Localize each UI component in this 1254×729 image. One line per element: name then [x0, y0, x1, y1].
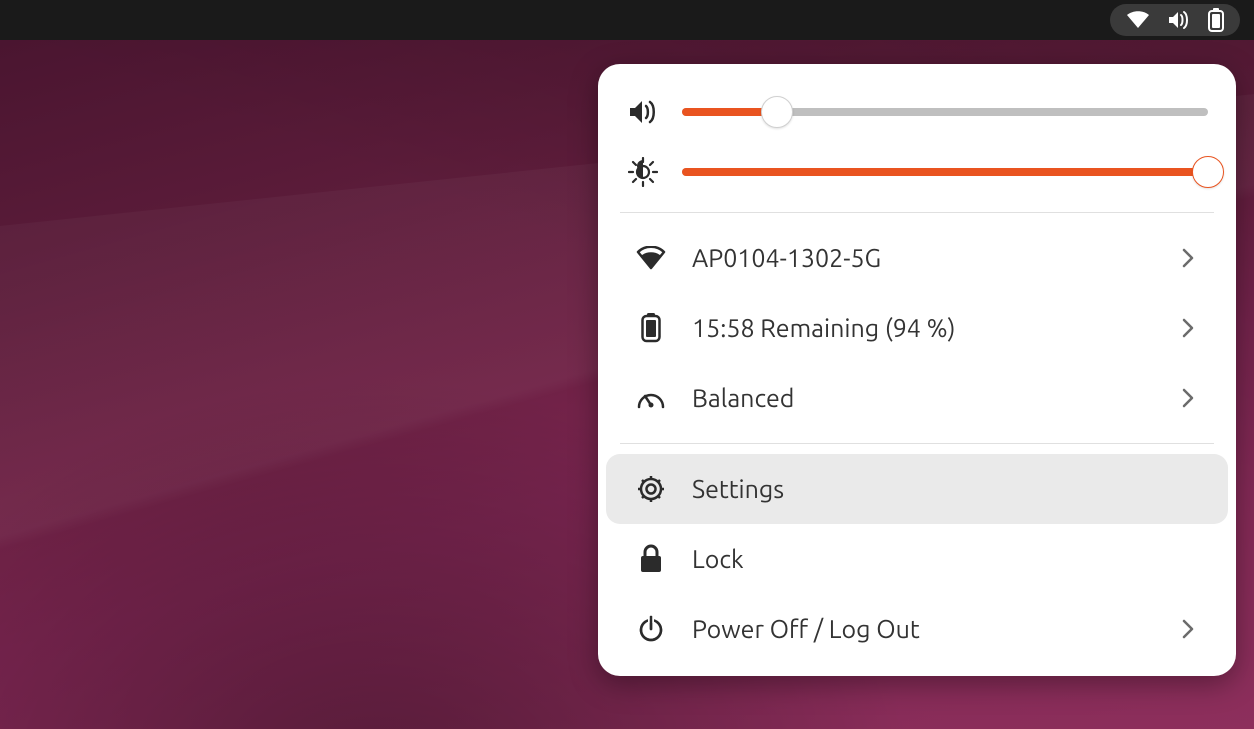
chevron-right-icon	[1176, 248, 1200, 268]
power-mode-label: Balanced	[692, 384, 1152, 412]
volume-icon	[1168, 10, 1190, 30]
divider	[620, 212, 1214, 213]
volume-icon	[626, 99, 660, 125]
chevron-right-icon	[1176, 318, 1200, 338]
system-menu-panel: AP0104-1302-5G 15:58 Remaining (94 %) Ba…	[598, 64, 1236, 676]
battery-label: 15:58 Remaining (94 %)	[692, 314, 1152, 342]
settings-label: Settings	[692, 475, 1200, 503]
wifi-menu-item[interactable]: AP0104-1302-5G	[606, 223, 1228, 293]
wifi-label: AP0104-1302-5G	[692, 244, 1152, 272]
battery-icon	[1208, 8, 1224, 32]
divider	[620, 443, 1214, 444]
power-off-menu-item[interactable]: Power Off / Log Out	[606, 594, 1228, 664]
brightness-slider[interactable]	[682, 156, 1208, 188]
power-icon	[634, 615, 668, 643]
chevron-right-icon	[1176, 619, 1200, 639]
wifi-icon	[634, 246, 668, 270]
volume-slider[interactable]	[682, 96, 1208, 128]
gear-icon	[634, 474, 668, 504]
brightness-slider-row	[598, 142, 1236, 202]
chevron-right-icon	[1176, 388, 1200, 408]
lock-menu-item[interactable]: Lock	[606, 524, 1228, 594]
lock-icon	[634, 544, 668, 574]
battery-menu-item[interactable]: 15:58 Remaining (94 %)	[606, 293, 1228, 363]
volume-slider-row	[598, 82, 1236, 142]
power-mode-menu-item[interactable]: Balanced	[606, 363, 1228, 433]
top-bar	[0, 0, 1254, 40]
wifi-icon	[1126, 11, 1150, 29]
power-off-label: Power Off / Log Out	[692, 615, 1152, 643]
lock-label: Lock	[692, 545, 1200, 573]
system-tray[interactable]	[1110, 4, 1240, 36]
battery-icon	[634, 313, 668, 343]
brightness-icon	[626, 157, 660, 187]
gauge-icon	[634, 385, 668, 411]
settings-menu-item[interactable]: Settings	[606, 454, 1228, 524]
